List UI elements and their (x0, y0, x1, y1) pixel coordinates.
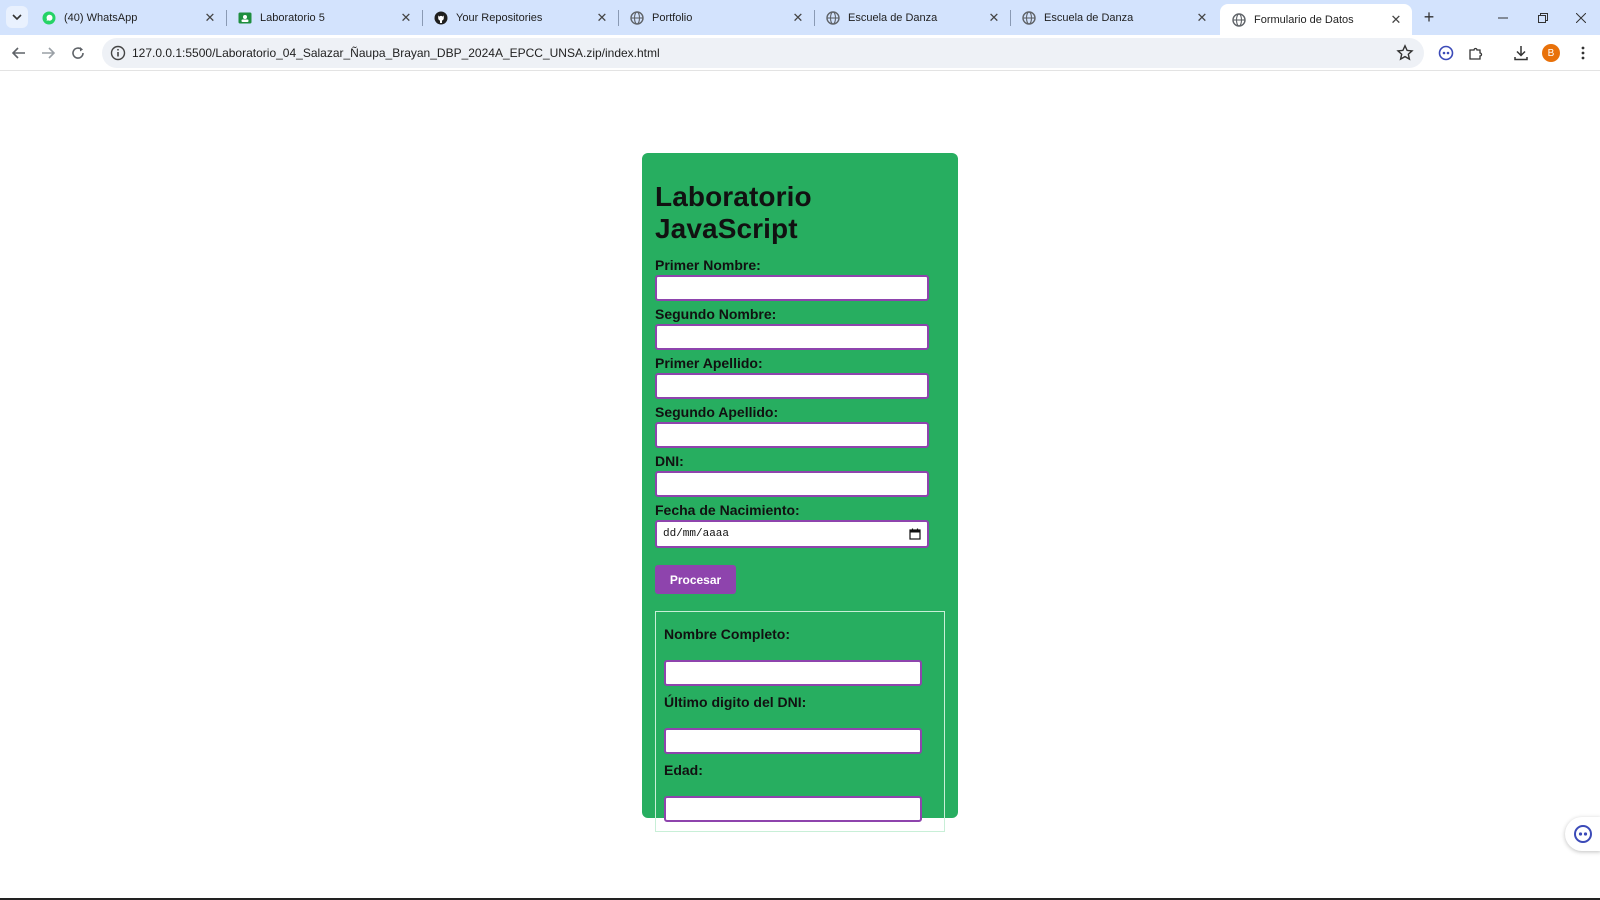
calendar-icon[interactable] (909, 528, 921, 540)
segundo-apellido-input[interactable] (655, 422, 929, 448)
tab-escuela-de-danza-2[interactable]: Escuela de Danza ✕ (1010, 0, 1218, 35)
assistant-icon (1438, 45, 1454, 61)
segundo-nombre-label: Segundo Nombre: (655, 306, 777, 322)
forward-arrow-icon (42, 47, 55, 59)
date-placeholder: dd/mm/aaaa (663, 528, 730, 540)
ultimo-digito-dni-output[interactable] (664, 728, 922, 754)
puzzle-icon (1469, 47, 1483, 60)
site-info-icon[interactable] (110, 45, 126, 61)
tab-title: Formulario de Datos (1254, 13, 1354, 26)
tab-formulario-de-datos[interactable]: Formulario de Datos ✕ (1220, 4, 1412, 35)
primer-nombre-label: Primer Nombre: (655, 257, 761, 273)
address-bar[interactable]: 127.0.0.1:5500/Laboratorio_04_Salazar_Ña… (102, 38, 1424, 68)
primer-apellido-input[interactable] (655, 373, 929, 399)
url-text[interactable]: 127.0.0.1:5500/Laboratorio_04_Salazar_Ña… (132, 46, 660, 60)
globe-icon (826, 10, 840, 25)
results-box: Nombre Completo: Último digito del DNI: … (655, 611, 945, 832)
edad-label: Edad: (664, 762, 703, 778)
tab-title: Escuela de Danza (1044, 11, 1134, 24)
tab-title: Laboratorio 5 (260, 11, 325, 24)
dni-label: DNI: (655, 453, 684, 469)
nombre-completo-output[interactable] (664, 660, 922, 686)
plus-icon: + (1423, 6, 1435, 27)
tab-whatsapp[interactable]: (40) WhatsApp ✕ (30, 0, 226, 35)
github-icon (434, 11, 448, 24)
page-title: Laboratorio JavaScript (655, 181, 812, 244)
close-icon[interactable]: ✕ (986, 10, 1002, 26)
close-window-button[interactable] (1562, 0, 1600, 35)
segundo-apellido-label: Segundo Apellido: (655, 404, 779, 420)
minimize-button[interactable] (1484, 0, 1522, 35)
minimize-icon (1498, 17, 1508, 18)
tab-title: (40) WhatsApp (64, 11, 138, 24)
restore-icon (1538, 12, 1548, 23)
close-icon[interactable]: ✕ (1194, 10, 1210, 26)
assistant-icon (1574, 825, 1592, 843)
new-tab-button[interactable]: + (1418, 6, 1440, 28)
page-viewport: Laboratorio JavaScript Primer Nombre: Se… (0, 72, 1600, 898)
tab-escuela-de-danza[interactable]: Escuela de Danza ✕ (814, 0, 1010, 35)
forward-button[interactable] (35, 40, 61, 66)
procesar-button[interactable]: Procesar (655, 565, 736, 594)
tab-title: Escuela de Danza (848, 11, 938, 24)
classroom-icon (238, 12, 252, 23)
close-icon[interactable]: ✕ (1388, 12, 1404, 28)
browser-menu-button[interactable] (1573, 43, 1593, 63)
tab-strip: (40) WhatsApp ✕ Laboratorio 5 ✕ Your Rep… (0, 0, 1600, 35)
globe-icon (1232, 12, 1246, 27)
more-vert-icon (1581, 46, 1585, 60)
bookmark-star-icon[interactable] (1396, 44, 1414, 62)
segundo-nombre-input[interactable] (655, 324, 929, 350)
tab-your-repositories[interactable]: Your Repositories ✕ (422, 0, 618, 35)
nombre-completo-label: Nombre Completo: (664, 626, 790, 642)
tab-title: Your Repositories (456, 11, 543, 24)
ultimo-digito-dni-label: Último digito del DNI: (664, 694, 807, 710)
restore-button[interactable] (1524, 0, 1562, 35)
back-button[interactable] (6, 40, 32, 66)
downloads-button[interactable] (1511, 43, 1531, 63)
globe-icon (630, 10, 644, 25)
fecha-nacimiento-input[interactable]: dd/mm/aaaa (655, 520, 929, 548)
close-icon (1576, 12, 1586, 23)
tab-portfolio[interactable]: Portfolio ✕ (618, 0, 814, 35)
close-icon[interactable]: ✕ (202, 10, 218, 26)
form-card: Laboratorio JavaScript Primer Nombre: Se… (642, 153, 958, 832)
extensions-button[interactable] (1466, 43, 1486, 63)
back-arrow-icon (12, 47, 25, 59)
close-icon[interactable]: ✕ (594, 10, 610, 26)
chevron-down-icon (12, 14, 22, 21)
whatsapp-icon (42, 11, 56, 24)
tab-title: Portfolio (652, 11, 693, 24)
reload-button[interactable] (65, 40, 91, 66)
profile-avatar[interactable]: B (1542, 44, 1560, 62)
assistant-side-button[interactable] (1565, 817, 1600, 851)
reload-icon (72, 47, 84, 59)
primer-apellido-label: Primer Apellido: (655, 355, 763, 371)
primer-nombre-input[interactable] (655, 275, 929, 301)
assistant-extension-button[interactable] (1436, 43, 1456, 63)
edad-output[interactable] (664, 796, 922, 822)
download-icon (1514, 46, 1528, 61)
tab-search-button[interactable] (6, 6, 28, 28)
close-icon[interactable]: ✕ (398, 10, 414, 26)
close-icon[interactable]: ✕ (790, 10, 806, 26)
browser-toolbar: 127.0.0.1:5500/Laboratorio_04_Salazar_Ña… (0, 35, 1600, 71)
tab-laboratorio-5[interactable]: Laboratorio 5 ✕ (226, 0, 422, 35)
dni-input[interactable] (655, 471, 929, 497)
fecha-nacimiento-label: Fecha de Nacimiento: (655, 502, 800, 518)
globe-icon (1022, 10, 1036, 25)
